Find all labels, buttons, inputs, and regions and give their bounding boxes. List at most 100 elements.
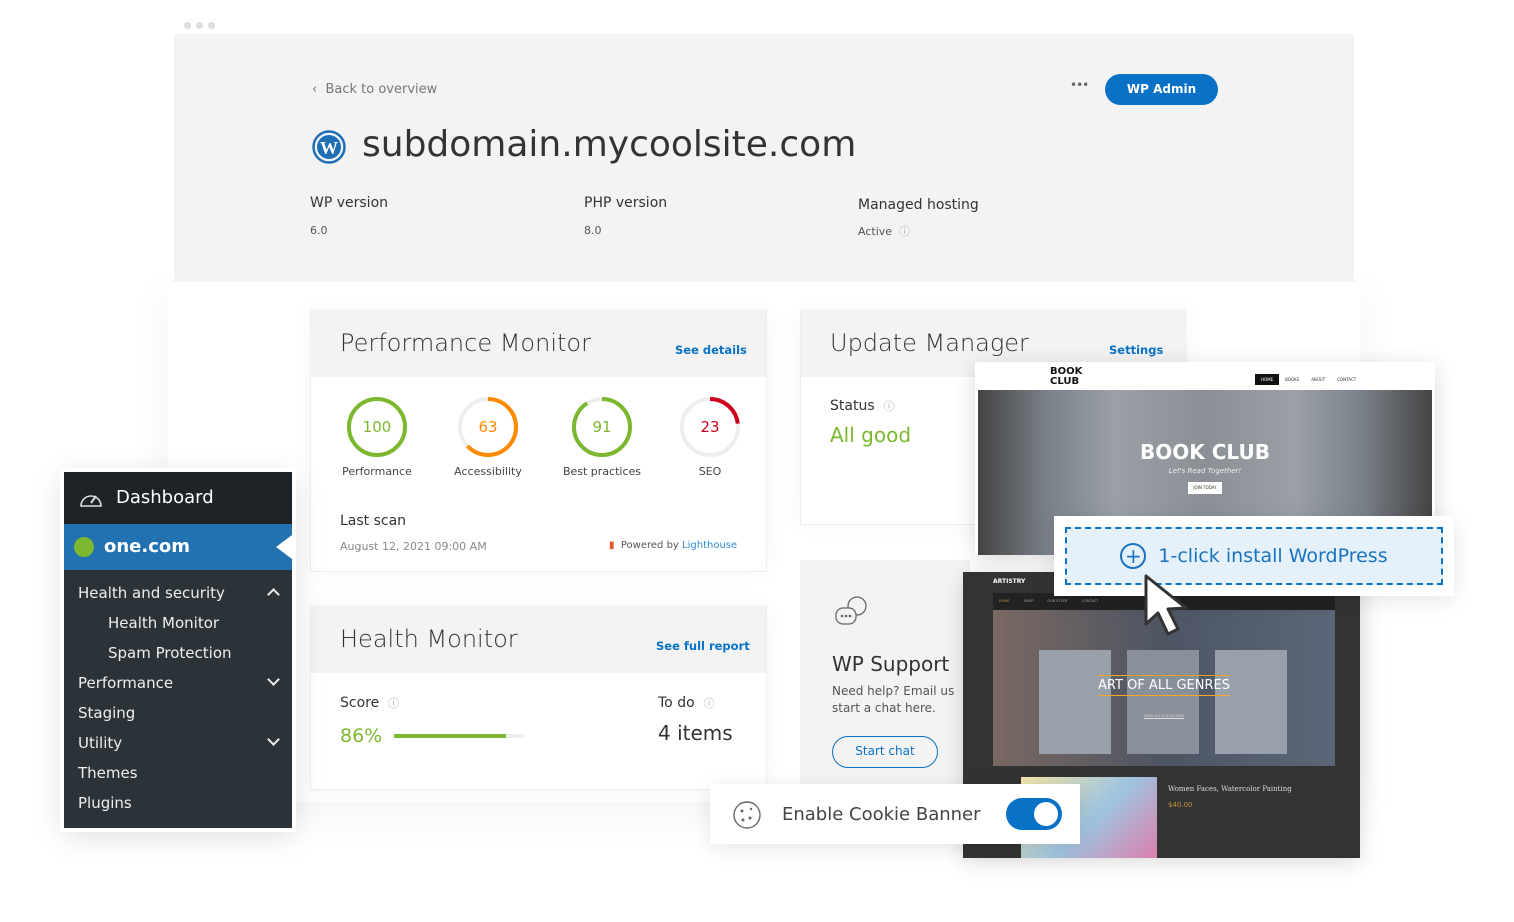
chevron-down-icon[interactable] <box>267 673 280 686</box>
status-value: All good <box>830 423 912 447</box>
plus-circle-icon: + <box>1120 543 1147 569</box>
chevron-down-icon[interactable] <box>267 733 280 746</box>
cookie-icon <box>733 801 761 829</box>
svg-text:W: W <box>320 138 338 158</box>
active-pointer <box>276 535 292 559</box>
sidebar-item[interactable]: Spam Protection <box>108 644 232 662</box>
product-price: $40.00 <box>1168 801 1193 809</box>
score-label: SEO <box>698 465 722 478</box>
install-banner: + 1-click install WordPress <box>1054 516 1454 596</box>
sidebar-item[interactable]: Performance <box>78 674 173 692</box>
nav-item[interactable]: ABOUT <box>1305 374 1331 385</box>
managed-hosting-label: Managed hosting <box>858 197 979 213</box>
score-label: Best practices <box>562 465 642 478</box>
product-title: Women Faces, Watercolor Painting <box>1168 785 1292 793</box>
sidebar-item[interactable]: Themes <box>78 764 138 782</box>
more-dots-icon[interactable]: ••• <box>1070 78 1089 92</box>
score-label: Accessibility <box>454 465 522 478</box>
todo-value: 4 items <box>658 721 733 745</box>
chevron-up-icon[interactable] <box>267 588 280 601</box>
settings-link[interactable]: Settings <box>1109 343 1163 357</box>
brand-label: one.com <box>104 536 191 557</box>
sidebar-item[interactable]: Plugins <box>78 794 132 812</box>
support-text-2: start a chat here. <box>832 701 936 715</box>
score-value: 91 <box>592 418 611 436</box>
last-scan-label: Last scan <box>340 513 407 529</box>
score-bar <box>394 734 524 738</box>
nav-item[interactable]: HOME <box>1255 374 1280 385</box>
see-details-link[interactable]: See details <box>675 343 747 357</box>
score-label: Performance <box>342 465 412 478</box>
score-value: 23 <box>700 418 719 436</box>
score-gauge: 63 Accessibility <box>448 395 528 478</box>
site-title: subdomain.mycoolsite.com <box>362 124 857 165</box>
cookie-label: Enable Cookie Banner <box>782 804 981 825</box>
score-value: 63 <box>478 418 497 436</box>
sidebar-item[interactable]: Staging <box>78 704 135 722</box>
php-version-value: 8.0 <box>584 224 602 237</box>
card-title: WP Support <box>832 652 950 676</box>
lighthouse-icon: ▮ <box>609 540 615 551</box>
window-dots <box>184 14 220 33</box>
sidebar-item[interactable]: Health and security <box>78 584 225 602</box>
wp-admin-sidebar: Dashboard one.com Health and security Hea… <box>64 472 292 828</box>
score-ring: 23 <box>680 397 740 457</box>
sidebar-brand[interactable]: one.com <box>64 524 292 570</box>
sidebar-item[interactable]: Utility <box>78 734 122 752</box>
wp-version-label: WP version <box>310 195 389 211</box>
wordpress-logo-icon: W <box>312 130 346 164</box>
logo: ARTISTRY <box>993 578 1026 585</box>
card-title: Performance Monitor <box>340 329 591 357</box>
score-ring: 63 <box>458 397 518 457</box>
score-gauge: 100 Performance <box>337 395 417 478</box>
hero-title: ART OF ALL GENRES <box>1098 675 1230 696</box>
nav-item[interactable]: CONTACT <box>1331 374 1362 385</box>
back-label: Back to overview <box>325 82 438 97</box>
wp-version-value: 6.0 <box>310 224 328 237</box>
info-icon[interactable]: ⓘ <box>388 697 399 710</box>
info-icon[interactable]: ⓘ <box>704 697 715 710</box>
join-button[interactable]: JOIN TODAY <box>1188 482 1222 494</box>
nav-item[interactable]: HOME <box>999 599 1010 604</box>
health-monitor-card: Health Monitor See full report Score ⓘ 86… <box>310 606 767 790</box>
back-link[interactable]: ‹ Back to overview <box>312 82 437 97</box>
cookie-toggle[interactable] <box>1006 798 1062 830</box>
score-label: Score <box>340 695 380 711</box>
dashboard-label: Dashboard <box>116 487 214 508</box>
sidebar-dashboard[interactable]: Dashboard <box>64 472 292 524</box>
powered-by: Powered by <box>620 540 679 551</box>
status-dot <box>74 537 94 557</box>
collection-link[interactable]: VIEW ALL COLLECTION <box>993 714 1335 718</box>
support-text: Need help? Email us <box>832 684 955 698</box>
nav-item[interactable]: BOOKS <box>1279 374 1305 385</box>
info-icon[interactable]: ⓘ <box>884 400 895 413</box>
score-value: 100 <box>363 418 392 436</box>
score-value: 86% <box>340 725 383 747</box>
nav-item[interactable]: OUR STORY <box>1047 599 1067 604</box>
managed-hosting-value: Active <box>858 225 893 238</box>
install-wordpress-button[interactable]: + 1-click install WordPress <box>1065 527 1443 585</box>
see-full-report-link[interactable]: See full report <box>656 639 750 653</box>
cookie-banner-toggle-row: Enable Cookie Banner <box>710 784 1080 844</box>
card-title: Update Manager <box>830 329 1029 357</box>
last-scan-date: August 12, 2021 09:00 AM <box>340 540 487 553</box>
wp-admin-button[interactable]: WP Admin <box>1105 74 1218 105</box>
status-label: Status <box>830 398 875 414</box>
php-version-label: PHP version <box>584 195 668 211</box>
score-gauge: 23 SEO <box>670 395 750 478</box>
install-label: 1-click install WordPress <box>1158 545 1388 567</box>
nav-item[interactable]: CONTACT <box>1082 599 1099 604</box>
start-chat-button[interactable]: Start chat <box>832 736 938 768</box>
chat-bubbles-icon <box>835 596 867 625</box>
score-gauge: 91 Best practices <box>562 395 642 478</box>
sidebar-item[interactable]: Health Monitor <box>108 614 219 632</box>
nav-item[interactable]: SHOP <box>1024 599 1034 604</box>
cursor-arrow-icon <box>1144 574 1188 636</box>
todo-label: To do <box>658 695 695 711</box>
info-icon[interactable]: ⓘ <box>899 225 910 238</box>
lighthouse-link[interactable]: Lighthouse <box>682 540 737 551</box>
score-ring: 100 <box>347 397 407 457</box>
wp-support-card: WP Support Need help? Email us start a c… <box>800 560 970 790</box>
score-ring: 91 <box>572 397 632 457</box>
card-title: Health Monitor <box>340 625 518 653</box>
